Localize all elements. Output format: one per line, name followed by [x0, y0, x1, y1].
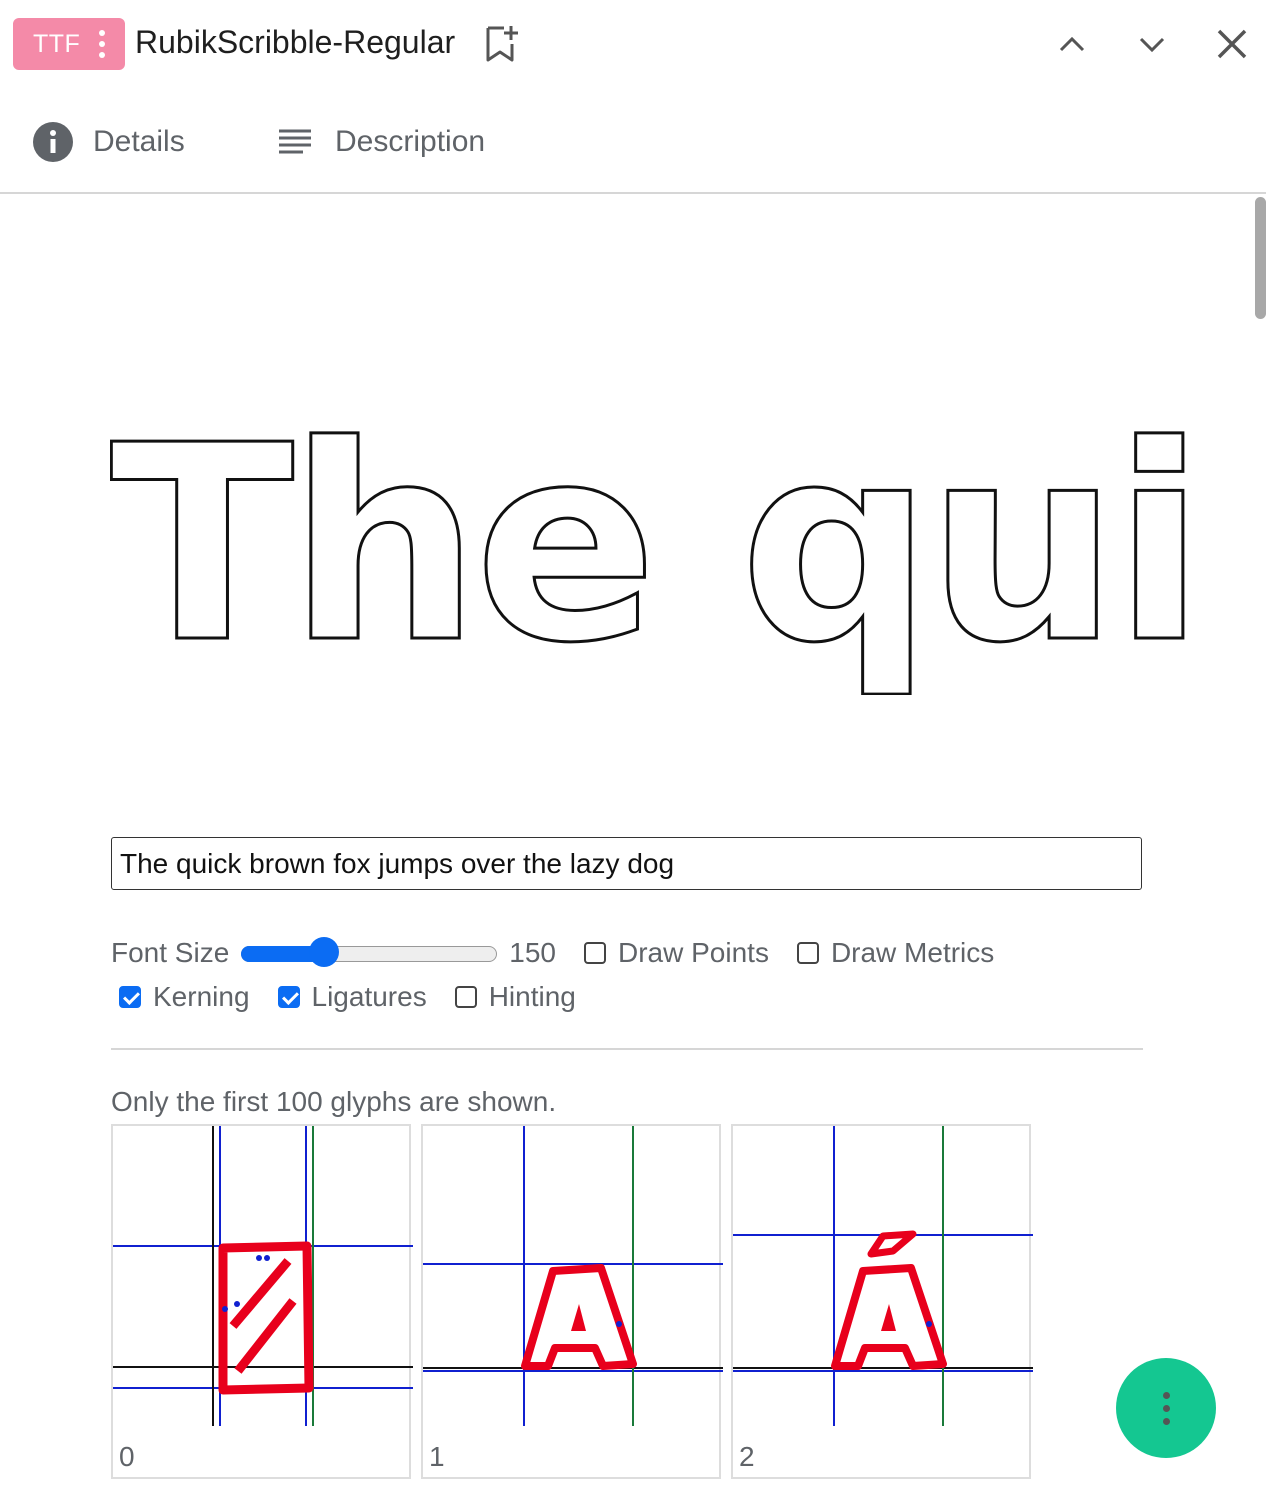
- divider: [111, 1048, 1143, 1050]
- preview-text: The qui: [110, 395, 1207, 695]
- font-name-title: RubikScribble-Regular: [135, 24, 456, 60]
- hinting-label: Hinting: [488, 981, 576, 1012]
- kerning-checkbox[interactable]: Kerning: [119, 981, 250, 1013]
- tab-description[interactable]: Description: [275, 120, 485, 164]
- controls-row-2: Kerning Ligatures Hinting: [119, 974, 604, 1020]
- glyph-index: 1: [429, 1441, 445, 1472]
- ligatures-checkbox[interactable]: Ligatures: [277, 981, 427, 1013]
- draw-metrics-checkbox[interactable]: Draw Metrics: [796, 937, 995, 969]
- draw-points-box[interactable]: [584, 942, 606, 964]
- sample-text-input[interactable]: [111, 837, 1142, 890]
- chevron-up-icon[interactable]: [1052, 24, 1092, 64]
- hinting-checkbox[interactable]: Hinting: [454, 981, 576, 1013]
- ligatures-label: Ligatures: [311, 981, 427, 1012]
- glyph-cell-0[interactable]: 0: [111, 1124, 413, 1479]
- tab-details-label: Details: [93, 125, 185, 158]
- glyph-cell-1[interactable]: 1: [421, 1124, 723, 1479]
- font-type-badge[interactable]: TTF: [13, 18, 125, 70]
- text-lines-icon: [279, 129, 311, 154]
- glyph-limit-note: Only the first 100 glyphs are shown.: [111, 1086, 557, 1117]
- ligatures-box[interactable]: [277, 986, 300, 1008]
- tab-description-label: Description: [335, 125, 486, 158]
- font-preview: The qui: [110, 395, 1255, 695]
- header: TTF RubikScribble-Regular: [0, 0, 1266, 90]
- font-size-slider[interactable]: [241, 937, 498, 967]
- font-size-value: 150: [509, 937, 556, 968]
- draw-metrics-label: Draw Metrics: [830, 937, 995, 968]
- glyph-canvas: [733, 1126, 1033, 1426]
- slider-thumb[interactable]: [309, 937, 340, 967]
- controls-row-1: Font Size 150 Draw Points Draw Metrics: [111, 930, 1022, 976]
- glyph-canvas: [113, 1126, 413, 1426]
- kerning-label: Kerning: [153, 981, 250, 1012]
- glyph-index: 2: [739, 1441, 755, 1472]
- tab-bar: Details Description: [0, 100, 1266, 194]
- draw-points-checkbox[interactable]: Draw Points: [584, 937, 769, 969]
- close-icon[interactable]: [1212, 24, 1252, 64]
- badge-label: TTF: [33, 29, 81, 58]
- font-size-label: Font Size: [111, 937, 230, 968]
- kerning-box[interactable]: [119, 986, 141, 1008]
- scrollbar-thumb[interactable]: [1255, 197, 1266, 319]
- glyph-canvas: [423, 1126, 723, 1426]
- glyph-index: 0: [119, 1441, 135, 1472]
- glyph-cell-2[interactable]: 2: [731, 1124, 1033, 1479]
- draw-points-label: Draw Points: [618, 937, 769, 968]
- tab-details[interactable]: Details: [33, 120, 185, 164]
- hinting-box[interactable]: [454, 986, 477, 1008]
- info-icon: [33, 122, 73, 162]
- bookmark-add-icon[interactable]: [482, 24, 522, 64]
- more-actions-fab[interactable]: [1116, 1358, 1216, 1458]
- more-vert-icon[interactable]: [99, 30, 105, 58]
- chevron-down-icon[interactable]: [1132, 24, 1172, 64]
- draw-metrics-box[interactable]: [796, 942, 819, 964]
